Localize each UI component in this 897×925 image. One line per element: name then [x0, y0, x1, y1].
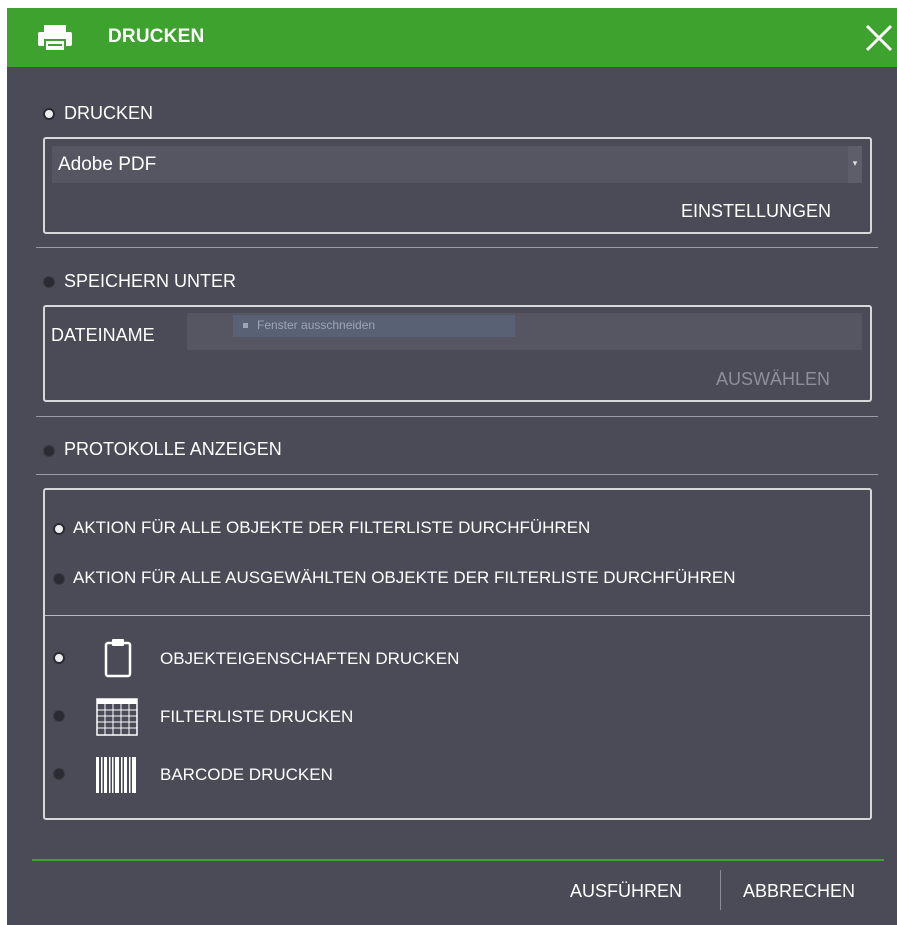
- print-barcode-label: BARCODE DRUCKEN: [160, 765, 333, 784]
- section-divider: [36, 416, 878, 417]
- close-icon[interactable]: [863, 22, 895, 54]
- execute-button[interactable]: AUSFÜHREN: [570, 881, 682, 902]
- overlay-dot-icon: [243, 323, 248, 328]
- select-file-button[interactable]: AUSWÄHLEN: [716, 369, 830, 390]
- overlay-tooltip-text: Fenster ausschneiden: [257, 318, 376, 332]
- printer-select[interactable]: Adobe PDF ▾: [52, 146, 862, 183]
- radio-print-barcode[interactable]: [53, 768, 65, 780]
- chevron-down-icon[interactable]: ▾: [848, 146, 862, 183]
- print-option-label: DRUCKEN: [64, 103, 154, 123]
- section-divider: [36, 247, 878, 248]
- options-divider: [45, 615, 870, 616]
- radio-show-logs[interactable]: [43, 445, 55, 457]
- filename-label: DATEINAME: [51, 325, 155, 345]
- section-divider: [36, 474, 878, 475]
- barcode-icon: [96, 757, 136, 793]
- save-as-label: SPEICHERN UNTER: [64, 271, 237, 291]
- cancel-button[interactable]: ABBRECHEN: [743, 881, 855, 902]
- radio-scope-all[interactable]: [53, 523, 65, 535]
- dialog-title: DRUCKEN: [108, 26, 205, 47]
- radio-print[interactable]: [43, 108, 55, 120]
- radio-scope-selected[interactable]: [53, 573, 65, 585]
- radio-print-filterlist[interactable]: [53, 710, 65, 722]
- scope-selected-label: AKTION FÜR ALLE AUSGEWÄHLTEN OBJEKTE DER…: [73, 568, 736, 587]
- footer-separator: [720, 870, 721, 910]
- printer-select-value: Adobe PDF: [58, 154, 157, 175]
- printer-icon: [38, 25, 72, 51]
- radio-save-as[interactable]: [43, 276, 55, 288]
- print-properties-label: OBJEKTEIGENSCHAFTEN DRUCKEN: [160, 649, 460, 668]
- clipboard-icon: [104, 639, 132, 678]
- settings-button[interactable]: EINSTELLUNGEN: [681, 201, 831, 222]
- print-filterlist-label: FILTERLISTE DRUCKEN: [160, 707, 354, 726]
- table-grid-icon: [96, 698, 138, 736]
- title-bar: DRUCKEN: [7, 8, 897, 67]
- footer-divider: [32, 859, 884, 861]
- radio-print-properties[interactable]: [53, 652, 65, 664]
- print-dialog: DRUCKEN DRUCKEN Adobe PDF ▾ EINSTELLUNGE…: [7, 8, 897, 925]
- scope-all-label: AKTION FÜR ALLE OBJEKTE DER FILTERLISTE …: [73, 518, 591, 537]
- show-logs-label: PROTOKOLLE ANZEIGEN: [64, 439, 282, 459]
